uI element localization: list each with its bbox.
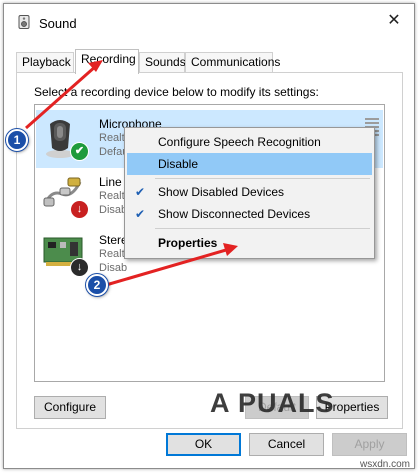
speaker-icon: [18, 15, 30, 29]
disabled-arrow-icon: ↓: [70, 258, 89, 277]
ok-button[interactable]: OK: [166, 433, 241, 456]
disabled-arrow-icon: ↓: [70, 200, 89, 219]
menu-item-show-disabled-devices[interactable]: ✔ Show Disabled Devices: [127, 181, 372, 203]
close-icon: ✕: [387, 12, 401, 29]
watermark-site: wsxdn.com: [359, 459, 410, 470]
cancel-button[interactable]: Cancel: [249, 433, 324, 456]
device-status: Disab: [99, 262, 128, 274]
title-bar: Sound ✕: [4, 4, 414, 38]
watermark-logo: A PUALS: [210, 388, 335, 418]
device-context-menu: Configure Speech Recognition Disable ✔ S…: [124, 127, 375, 259]
apply-button[interactable]: Apply: [332, 433, 407, 456]
window-title: Sound: [39, 16, 77, 31]
step-marker-1: 1: [6, 129, 28, 151]
device-status: Disab: [99, 204, 128, 216]
tab-communications[interactable]: Communications: [185, 52, 280, 73]
default-check-icon: ✔: [70, 142, 89, 161]
menu-separator: [155, 178, 370, 179]
menu-separator: [155, 228, 370, 229]
device-driver: Realt: [99, 190, 125, 202]
tab-recording[interactable]: Recording: [75, 49, 139, 74]
checkmark-icon: ✔: [135, 185, 146, 199]
menu-item-configure-speech-recognition[interactable]: Configure Speech Recognition: [127, 131, 372, 153]
tab-playback[interactable]: Playback: [16, 52, 74, 73]
menu-item-disable[interactable]: Disable: [127, 153, 372, 175]
menu-item-show-disconnected-devices[interactable]: ✔ Show Disconnected Devices: [127, 203, 372, 225]
device-driver: Realt: [99, 132, 125, 144]
instruction-text: Select a recording device below to modif…: [34, 85, 319, 99]
menu-item-properties[interactable]: Properties: [127, 232, 372, 254]
tab-sounds[interactable]: Sounds: [139, 52, 186, 73]
device-driver: Realt: [99, 248, 125, 260]
checkmark-icon: ✔: [135, 207, 146, 221]
configure-button[interactable]: Configure: [34, 396, 106, 419]
close-button[interactable]: ✕: [382, 10, 406, 32]
tab-strip: Playback Recording Sounds Communications: [16, 49, 406, 74]
step-marker-2: 2: [86, 274, 108, 296]
